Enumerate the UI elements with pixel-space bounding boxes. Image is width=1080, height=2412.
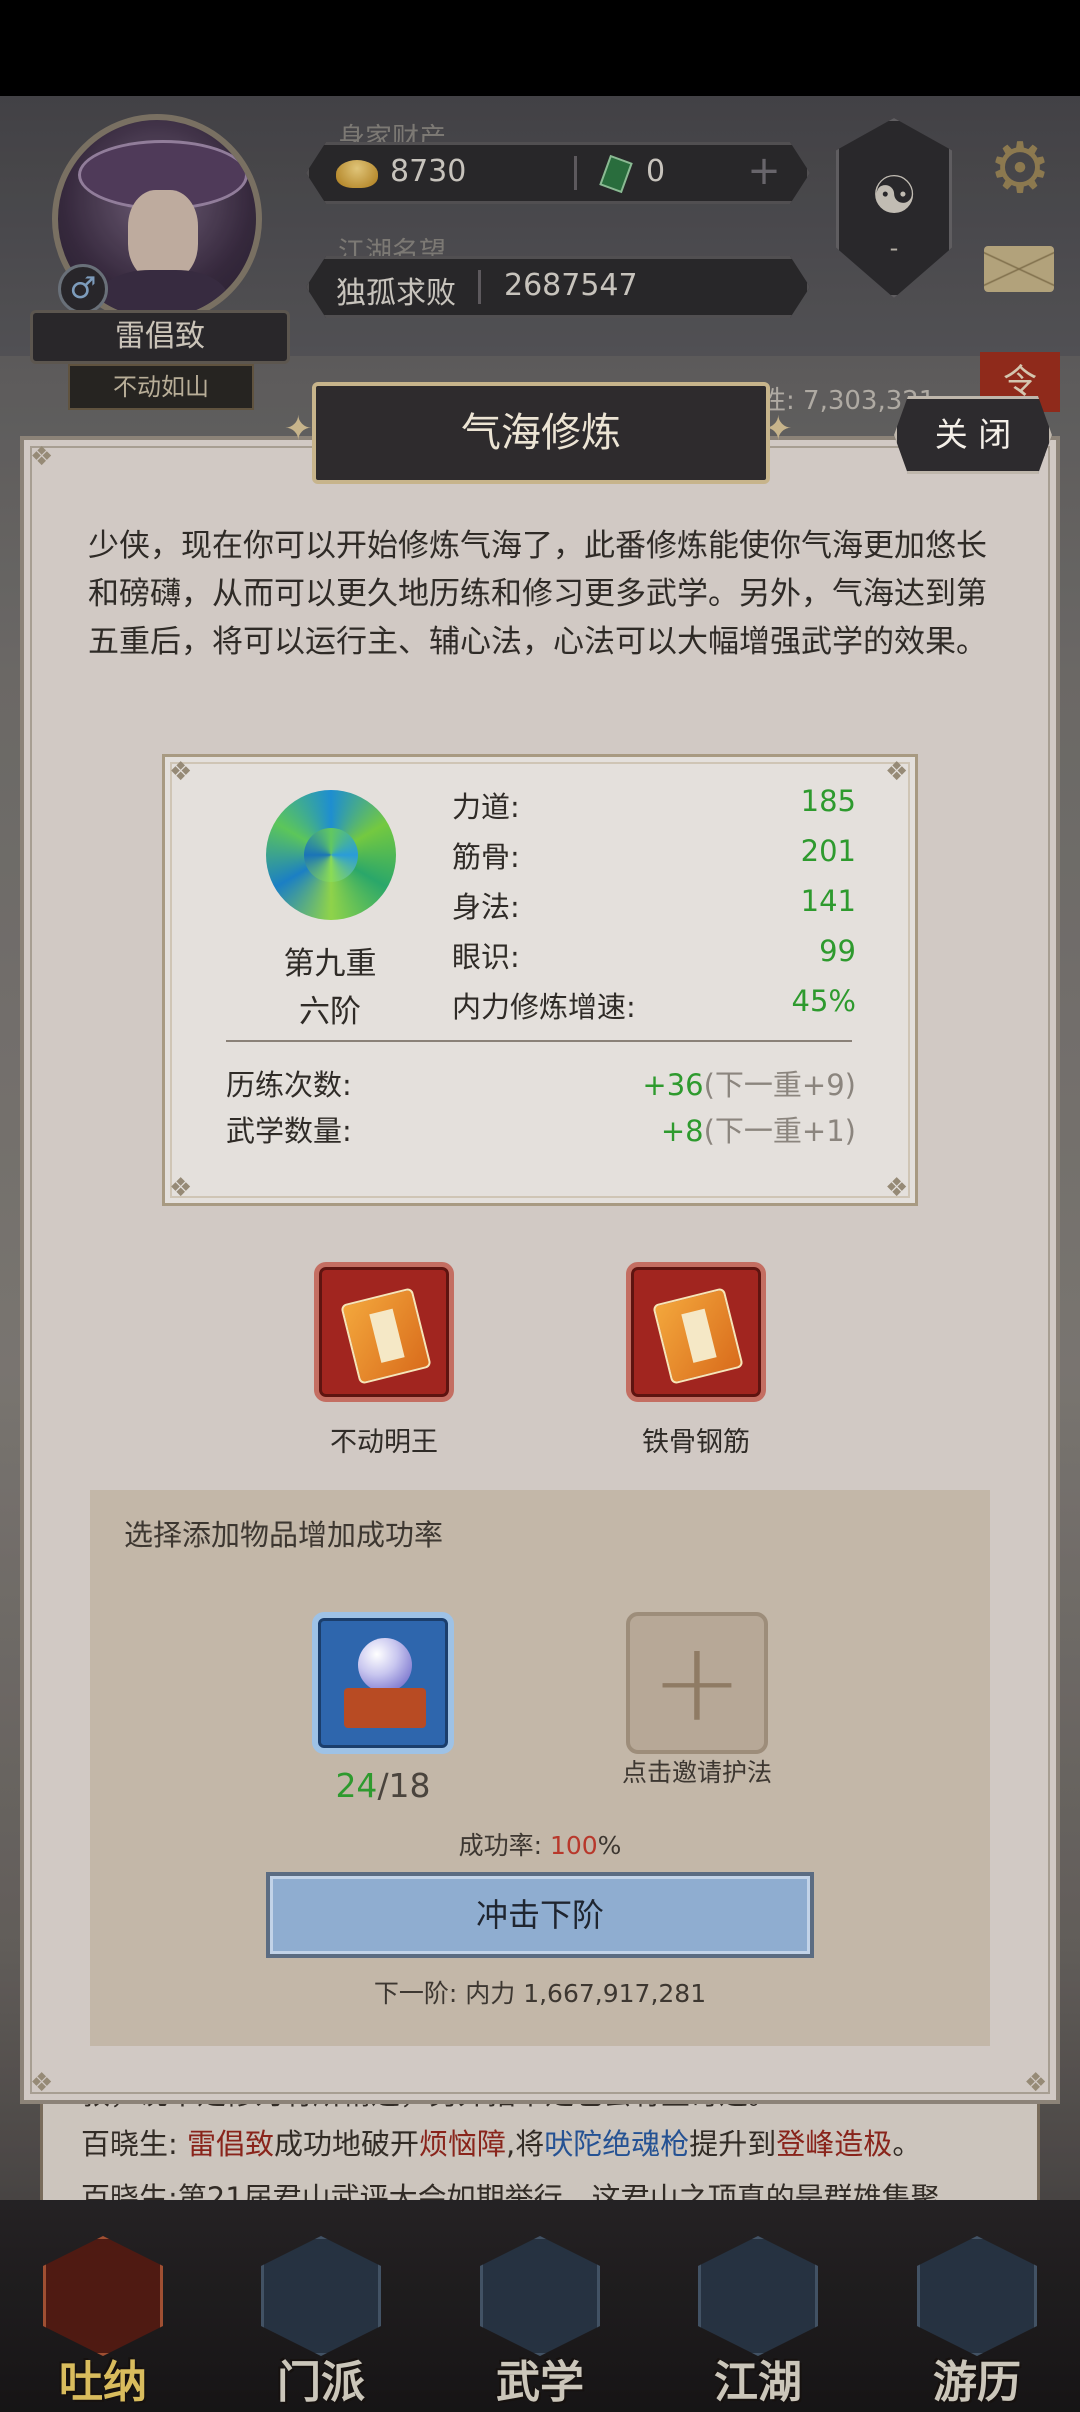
corner-ornament: ❖ (1024, 2068, 1048, 2098)
stat-value: 185 (800, 784, 856, 818)
status-bar (0, 0, 1080, 96)
corner-ornament: ❖ (30, 2068, 54, 2098)
bonus-label: 历练次数: (226, 1068, 352, 1102)
skill-tiegugangjin[interactable] (626, 1262, 766, 1402)
stat-label: 眼识: (452, 940, 520, 974)
success-rate: 成功率: 100% (458, 1831, 622, 1860)
stat-value: 45% (791, 984, 856, 1018)
invite-protector-slot[interactable]: + (626, 1612, 768, 1754)
stat-label: 内力修炼增速: (452, 990, 636, 1024)
item-hint: 选择添加物品增加成功率 (124, 1518, 444, 1552)
corner-ornament: ❖ (169, 1173, 193, 1203)
item-count: 24/18 (335, 1766, 431, 1805)
bonus-value: +8(下一重+1) (660, 1114, 856, 1148)
stat-value: 141 (800, 884, 856, 918)
crystal-orb-item-slot[interactable] (312, 1612, 454, 1754)
crystal-orb-icon (358, 1638, 412, 1692)
bonus-value: +36(下一重+9) (642, 1068, 856, 1102)
level-stage: 六阶 (299, 994, 361, 1030)
stat-label: 筋骨: (452, 840, 520, 874)
skill-budongmingwang[interactable] (314, 1262, 454, 1402)
item-area (90, 1490, 990, 2046)
dialog-title: 气海修炼 (461, 410, 621, 456)
stat-label: 力道: (452, 790, 520, 824)
manual-book-icon (652, 1287, 744, 1385)
manual-book-icon (340, 1287, 432, 1385)
corner-ornament: ❖ (885, 1173, 909, 1203)
next-stage-requirement: 下一阶: 内力 1,667,917,281 (373, 1979, 707, 2008)
orb-stand-icon (344, 1688, 426, 1728)
corner-ornament: ❖ (169, 757, 193, 787)
invite-protector-label: 点击邀请护法 (621, 1758, 772, 1787)
stat-value: 99 (819, 934, 856, 968)
stat-value: 201 (800, 834, 856, 868)
corner-ornament: ❖ (885, 757, 909, 787)
level-name: 第九重 (283, 946, 377, 982)
close-button[interactable]: 关 闭 (894, 396, 1052, 474)
intro-text: 少侠，现在你可以开始修炼气海了，此番修炼能使你气海更加悠长和磅礴，从而可以更久地… (88, 528, 987, 660)
plus-icon: + (650, 1618, 744, 1746)
breakthrough-button[interactable]: 冲击下阶 (266, 1872, 814, 1958)
bonus-label: 武学数量: (226, 1114, 352, 1148)
dialog-title-tab: 气海修炼 (312, 382, 770, 484)
skill-name: 铁骨钢筋 (642, 1427, 750, 1458)
qi-sea-swirl-icon (266, 790, 396, 920)
stat-label: 身法: (452, 890, 520, 924)
stats-divider (226, 1040, 852, 1042)
corner-ornament: ❖ (30, 442, 54, 472)
skill-name: 不动明王 (330, 1427, 438, 1458)
